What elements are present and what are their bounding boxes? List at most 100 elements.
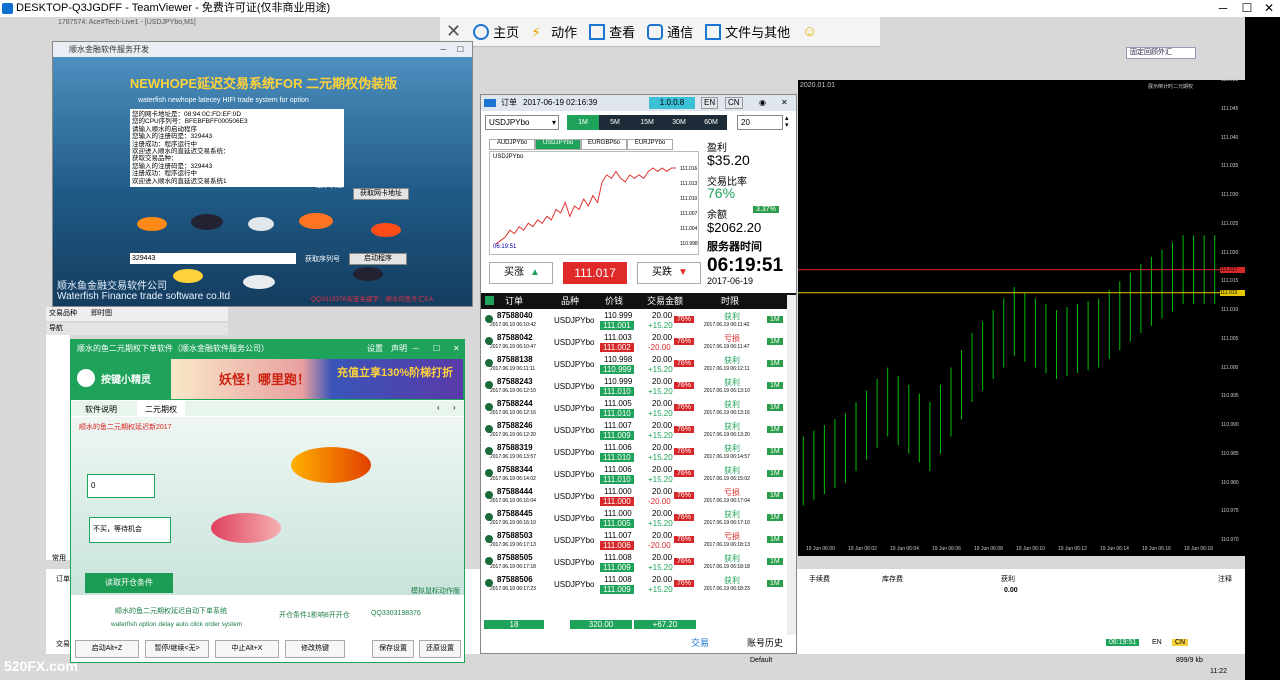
tab-history[interactable]: 账号历史 xyxy=(747,636,783,649)
order-id: 87588040 xyxy=(497,311,533,320)
order-row[interactable]: 87588445 2017.06.19 06:16:10 USDJPYbo 111.0… xyxy=(484,509,783,531)
log-textbox[interactable]: 您的网卡地址是：08:94:0C:FD:EF:0D 您的CPU序列号：BFEBFB… xyxy=(130,109,344,187)
order-result: 获利 xyxy=(724,444,740,453)
order-pl: +15.20 xyxy=(648,519,673,528)
tf-button[interactable]: 30M xyxy=(663,115,695,130)
tf-button[interactable]: 60M xyxy=(695,115,727,130)
order-row[interactable]: 87588244 2017.06.19 06:12:16 USDJPYbo 111.0… xyxy=(484,399,783,421)
serial-input[interactable]: 329443 xyxy=(130,253,296,264)
settings-link[interactable]: 设置 xyxy=(367,340,383,357)
amount-stepper[interactable]: ▴ ▾ xyxy=(785,115,794,130)
price-chart[interactable]: 19 Jun 06:00 19 Jun 06:02 19 Jun 06:04 19 J… xyxy=(798,80,1220,556)
order-tf: 1M xyxy=(767,514,783,521)
actions-button[interactable]: ⚡ 动作 xyxy=(531,22,577,41)
newhope-subheading: waterfish newhope latecey HIFI trade sys… xyxy=(138,97,309,104)
triangle-up-icon: ▲ xyxy=(530,267,540,278)
buy-up-button[interactable]: 买涨 ▲ xyxy=(489,262,553,284)
symbol-tab[interactable]: EURGBPbo xyxy=(581,139,627,150)
sprite-action-button[interactable]: 修改热键 xyxy=(285,640,345,658)
minimize-button[interactable]: ─ xyxy=(1212,0,1234,17)
order-row[interactable]: 87588246 2017.06.19 06:12:20 USDJPYbo 111.0… xyxy=(484,421,783,443)
status-cn[interactable]: CN xyxy=(1172,639,1189,646)
order-price-close: 111.002 xyxy=(600,343,634,352)
orders-scrollbar[interactable] xyxy=(787,295,796,635)
one-click-panel[interactable]: 固定回顾外汇 xyxy=(1126,47,1196,59)
eye-icon[interactable]: ◉ xyxy=(759,95,766,111)
order-row[interactable]: 87588319 2017.06.19 06:13:57 USDJPYbo 111.0… xyxy=(484,443,783,465)
terminal-tab-orders[interactable]: 订单 xyxy=(56,574,70,584)
order-row[interactable]: 87588040 2017.06.19 06:10:42 USDJPYbo 110.9… xyxy=(484,311,783,333)
read-conditions-button[interactable]: 读取开仓条件 xyxy=(85,573,173,593)
order-price-close: 111.009 xyxy=(600,431,634,440)
sprite-minimize[interactable]: ─ xyxy=(413,340,419,357)
order-row[interactable]: 87588138 2017.06.19 06:11:11 USDJPYbo 110.9… xyxy=(484,355,783,377)
tab-binary[interactable]: 二元期权 xyxy=(137,401,185,416)
start-program-button[interactable]: 启动程序 xyxy=(349,253,407,265)
ratio-value: 76% xyxy=(707,185,736,201)
symbol-select[interactable]: USDJPYbo ▾ xyxy=(485,115,559,130)
tab-trade[interactable]: 交易 xyxy=(691,636,709,649)
time-tick: 19 Jun 06:12 xyxy=(1058,546,1087,552)
tf-button[interactable]: 5M xyxy=(599,115,631,130)
close-button[interactable]: ✕ xyxy=(1258,0,1280,17)
order-row[interactable]: 87588503 2017.06.19 06:17:13 USDJPYbo 111.0… xyxy=(484,531,783,553)
symbol-tab[interactable]: USDJPYbo xyxy=(535,139,581,150)
side-tab[interactable]: 常用 xyxy=(52,553,66,563)
sprite-action-button[interactable]: 中止Alt+X xyxy=(215,640,279,658)
statement-link[interactable]: 声明 xyxy=(391,340,407,357)
symbol-tab[interactable]: AUDJPYbo xyxy=(489,139,535,150)
nav-tab-charts[interactable]: 即时图 xyxy=(91,307,112,321)
view-button[interactable]: 查看 xyxy=(589,22,635,41)
sprite-input2[interactable]: 不买，等待机会 xyxy=(89,517,171,543)
order-price-open: 111.005 xyxy=(604,399,632,408)
sprite-input1[interactable]: 0 xyxy=(87,474,155,498)
order-price-open: 111.000 xyxy=(604,509,632,518)
tf-button[interactable]: 1M xyxy=(567,115,599,130)
symbol-tab[interactable]: EURJPYbo xyxy=(627,139,673,150)
sprite-red-text: 顺水的鱼二元期权延迟新2017 xyxy=(79,424,172,431)
sprite-action-button[interactable]: 保存设置 xyxy=(372,640,414,658)
order-id: 87588505 xyxy=(497,553,533,562)
chevron-left-icon[interactable]: ‹ xyxy=(437,403,440,412)
amount-input[interactable]: 20 xyxy=(737,115,783,130)
files-button[interactable]: 文件与其他 xyxy=(705,22,790,41)
buy-down-button[interactable]: 买跌 ▼ xyxy=(637,262,701,284)
sprite-action-button[interactable]: 还原设置 xyxy=(419,640,461,658)
order-row[interactable]: 87588344 2017.06.19 06:14:02 USDJPYbo 111.0… xyxy=(484,465,783,487)
nav-tab-symbols[interactable]: 交易品种 xyxy=(49,307,77,321)
lang-cn-button[interactable]: CN xyxy=(725,97,743,109)
order-row[interactable]: 87588505 2017.06.19 06:17:18 USDJPYbo 111.0… xyxy=(484,553,783,575)
navigator-title: 导航 xyxy=(46,323,228,335)
home-button[interactable]: 主页 xyxy=(473,22,519,41)
newhope-maximize[interactable]: ☐ xyxy=(457,42,464,57)
order-date: 2017.06.19 06:14:02 xyxy=(490,476,536,482)
get-mac-button[interactable]: 获取网卡地址 xyxy=(353,188,409,200)
select-all-checkbox[interactable] xyxy=(485,296,494,305)
communicate-button[interactable]: 通信 xyxy=(647,22,693,41)
price-tick: 111.025 xyxy=(1221,220,1239,227)
order-row[interactable]: 87588444 2017.06.19 06:16:04 USDJPYbo 111.0… xyxy=(484,487,783,509)
sprite-close[interactable]: ✕ xyxy=(453,340,460,357)
terminal-tab-trade[interactable]: 交易 xyxy=(56,639,70,649)
navigator-tree[interactable] xyxy=(46,335,70,560)
status-en[interactable]: EN xyxy=(1152,639,1162,646)
price-tick: 111.035 xyxy=(1221,163,1239,170)
smiley-icon[interactable]: ☺ xyxy=(802,23,817,40)
sprite-maximize[interactable]: ☐ xyxy=(433,340,440,357)
ad-banner[interactable]: 妖怪！哪里跑！ 充值立享130%阶梯打折 xyxy=(171,359,463,399)
order-row[interactable]: 87588506 2017.06.19 06:17:23 USDJPYbo 111.0… xyxy=(484,575,783,597)
sprite-action-button[interactable]: 启动Alt+Z xyxy=(75,640,139,658)
order-row[interactable]: 87588243 2017.06.19 06:12:10 USDJPYbo 110.9… xyxy=(484,377,783,399)
lang-en-button[interactable]: EN xyxy=(701,97,719,109)
tf-button[interactable]: 15M xyxy=(631,115,663,130)
close-session-icon[interactable]: ✕ xyxy=(446,21,461,42)
order-row[interactable]: 87588042 2017.06.19 06:10:47 USDJPYbo 111.0… xyxy=(484,333,783,355)
chevron-right-icon[interactable]: › xyxy=(453,403,456,412)
sprite-action-button[interactable]: 暂停/继续<无> xyxy=(145,640,209,658)
newhope-minimize[interactable]: ─ xyxy=(440,42,446,57)
maximize-button[interactable]: ☐ xyxy=(1236,0,1258,17)
sprite-titlebar: 顺水的鱼二元期权下单软件（顺水金融软件服务公司） 设置 声明 ─ ☐ ✕ xyxy=(71,340,464,357)
order-close-icon[interactable]: ✕ xyxy=(781,95,788,111)
tab-description[interactable]: 软件说明 xyxy=(85,404,117,415)
mini-price-axis: 111.016 111.013 111.010 111.007 111.004 110.9… xyxy=(680,152,700,256)
